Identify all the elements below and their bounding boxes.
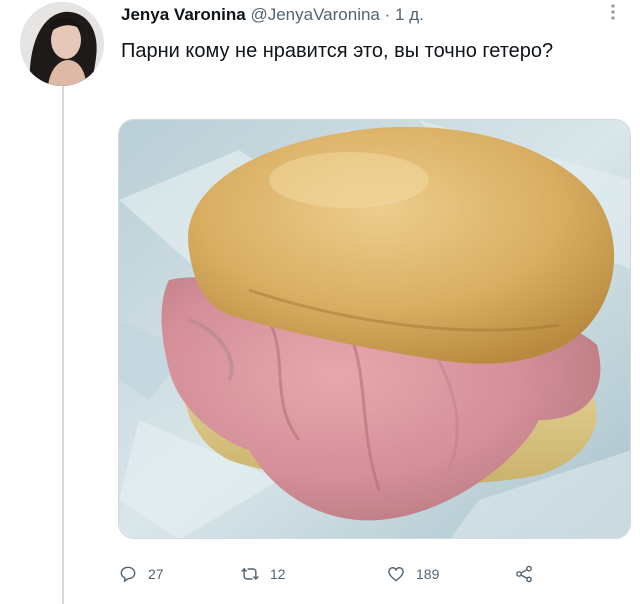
separator-dot: · bbox=[384, 5, 391, 24]
tweet-photo[interactable] bbox=[118, 119, 631, 539]
tweet-text: Парни кому не нравится это, вы точно гет… bbox=[121, 40, 554, 62]
more-options-button[interactable] bbox=[601, 0, 625, 24]
thread-line bbox=[62, 86, 64, 604]
retweet-icon bbox=[241, 567, 259, 581]
share-button[interactable] bbox=[514, 560, 544, 588]
share-icon bbox=[516, 565, 532, 583]
avatar[interactable] bbox=[20, 2, 104, 86]
more-icon bbox=[611, 4, 615, 20]
retweet-button[interactable]: 12 bbox=[240, 560, 286, 588]
reply-count: 27 bbox=[148, 566, 164, 582]
like-button[interactable]: 189 bbox=[386, 560, 439, 588]
retweet-count: 12 bbox=[270, 566, 286, 582]
author-name[interactable]: Jenya Varonina bbox=[121, 5, 246, 24]
like-count: 189 bbox=[416, 566, 440, 582]
sandwich-photo bbox=[119, 120, 630, 538]
tweet-time[interactable]: 1 д. bbox=[395, 5, 424, 24]
tweet-actions: 27 12 189 bbox=[118, 560, 558, 588]
reply-icon bbox=[120, 566, 136, 583]
avatar-image bbox=[20, 2, 104, 86]
tweet-header: Jenya Varonina @JenyaVaronina · 1 д. bbox=[121, 4, 424, 26]
reply-button[interactable]: 27 bbox=[118, 560, 164, 588]
author-handle[interactable]: @JenyaVaronina bbox=[250, 5, 379, 24]
heart-icon bbox=[388, 567, 404, 582]
